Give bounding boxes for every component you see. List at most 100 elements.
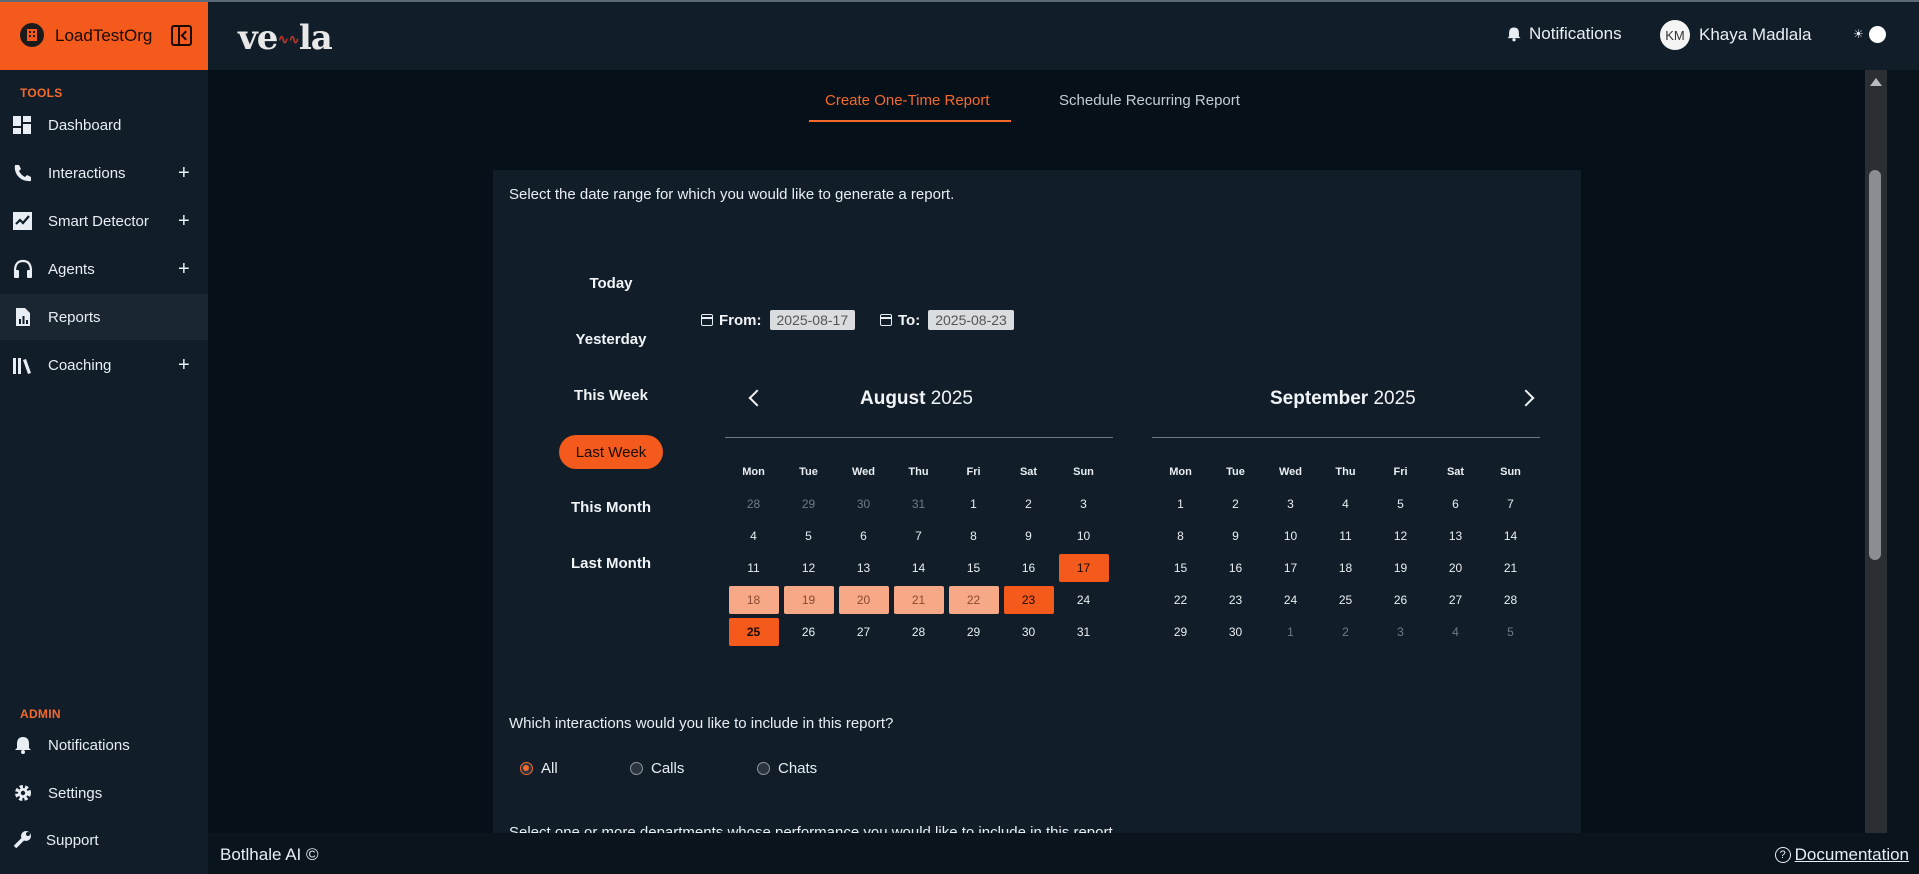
calendar-day[interactable]: 22 (948, 586, 999, 614)
calendar-day[interactable]: 21 (893, 586, 944, 614)
calendar-day[interactable]: 21 (1486, 554, 1536, 582)
calendar-day[interactable]: 13 (839, 554, 889, 582)
sidebar-item-smart-detector[interactable]: Smart Detector + (0, 198, 208, 244)
calendar-day[interactable]: 27 (1431, 586, 1481, 614)
calendar-day[interactable]: 23 (1003, 586, 1054, 614)
brand-logo[interactable]: ve∿∿la (238, 18, 333, 58)
calendar-day[interactable]: 6 (1431, 490, 1481, 518)
calendar-day[interactable]: 24 (1059, 586, 1109, 614)
preset-this-week[interactable]: This Week (559, 378, 663, 412)
calendar-day[interactable]: 14 (894, 554, 944, 582)
calendar-day[interactable]: 5 (784, 522, 834, 550)
prev-month-icon[interactable] (748, 389, 766, 407)
calendar-day[interactable]: 12 (1376, 522, 1426, 550)
calendar-day[interactable]: 10 (1059, 522, 1109, 550)
calendar-day[interactable]: 28 (894, 618, 944, 646)
sidebar-item-support[interactable]: Support (0, 817, 208, 863)
calendar-day[interactable]: 27 (839, 618, 889, 646)
calendar-day[interactable]: 1 (1156, 490, 1206, 518)
calendar-day[interactable]: 10 (1266, 522, 1316, 550)
expand-plus-icon[interactable]: + (178, 355, 190, 375)
calendar-day[interactable]: 6 (839, 522, 889, 550)
calendar-day[interactable]: 25 (1321, 586, 1371, 614)
calendar-day[interactable]: 2 (1004, 490, 1054, 518)
preset-today[interactable]: Today (559, 266, 663, 300)
preset-this-month[interactable]: This Month (559, 490, 663, 524)
calendar-day[interactable]: 29 (1156, 618, 1206, 646)
calendar-day[interactable]: 4 (729, 522, 779, 550)
main-scrollbar[interactable] (1865, 70, 1887, 833)
calendar-day[interactable]: 25 (728, 618, 779, 646)
calendar-day[interactable]: 22 (1156, 586, 1206, 614)
calendar-day[interactable]: 26 (1376, 586, 1426, 614)
calendar-day[interactable]: 30 (1211, 618, 1261, 646)
calendar-day[interactable]: 2 (1211, 490, 1261, 518)
calendar-day[interactable]: 3 (1059, 490, 1109, 518)
calendar-day[interactable]: 15 (1156, 554, 1206, 582)
calendar-day[interactable]: 16 (1211, 554, 1261, 582)
calendar-day[interactable]: 4 (1431, 618, 1481, 646)
calendar-day[interactable]: 16 (1004, 554, 1054, 582)
to-date-input[interactable]: 2025-08-23 (928, 310, 1014, 330)
calendar-day[interactable]: 17 (1058, 554, 1109, 582)
calendar-day[interactable]: 26 (784, 618, 834, 646)
calendar-day[interactable]: 17 (1266, 554, 1316, 582)
documentation-link[interactable]: ? Documentation (1774, 845, 1909, 865)
from-date-input[interactable]: 2025-08-17 (769, 310, 856, 330)
scroll-up-arrow-icon[interactable] (1870, 78, 1882, 86)
collapse-sidebar-icon[interactable] (171, 25, 192, 46)
calendar-day[interactable]: 23 (1211, 586, 1261, 614)
calendar-day[interactable]: 18 (728, 586, 779, 614)
calendar-day[interactable]: 12 (784, 554, 834, 582)
calendar-day[interactable]: 20 (838, 586, 889, 614)
org-switcher[interactable]: LoadTestOrg (0, 0, 208, 70)
calendar-day[interactable]: 20 (1431, 554, 1481, 582)
tab-schedule-recurring-report[interactable]: Schedule Recurring Report (1059, 92, 1240, 109)
sidebar-item-settings[interactable]: Settings (0, 770, 208, 816)
calendar-day[interactable]: 8 (949, 522, 999, 550)
sidebar-item-notifications[interactable]: Notifications (0, 722, 208, 768)
calendar-day[interactable]: 1 (1266, 618, 1316, 646)
calendar-day[interactable]: 4 (1321, 490, 1371, 518)
preset-yesterday[interactable]: Yesterday (559, 322, 663, 356)
calendar-day[interactable]: 3 (1266, 490, 1316, 518)
tab-create-one-time-report[interactable]: Create One-Time Report (825, 92, 990, 109)
radio-all[interactable]: All (520, 760, 558, 777)
sidebar-item-agents[interactable]: Agents + (0, 246, 208, 292)
calendar-day[interactable]: 7 (1486, 490, 1536, 518)
notifications-button[interactable]: Notifications (1505, 24, 1622, 44)
theme-toggle[interactable]: ☀ (1853, 24, 1887, 46)
calendar-day[interactable]: 29 (784, 490, 834, 518)
sidebar-item-dashboard[interactable]: Dashboard (0, 102, 208, 148)
calendar-day[interactable]: 8 (1156, 522, 1206, 550)
calendar-day[interactable]: 28 (1486, 586, 1536, 614)
calendar-day[interactable]: 31 (1059, 618, 1109, 646)
calendar-day[interactable]: 15 (949, 554, 999, 582)
calendar-day[interactable]: 7 (894, 522, 944, 550)
calendar-day[interactable]: 30 (1004, 618, 1054, 646)
calendar-day[interactable]: 31 (894, 490, 944, 518)
expand-plus-icon[interactable]: + (178, 259, 190, 279)
calendar-day[interactable]: 5 (1486, 618, 1536, 646)
sidebar-item-reports[interactable]: Reports (0, 294, 208, 340)
sidebar-item-interactions[interactable]: Interactions + (0, 150, 208, 196)
next-month-icon[interactable] (1517, 389, 1535, 407)
calendar-day[interactable]: 18 (1321, 554, 1371, 582)
calendar-day[interactable]: 14 (1486, 522, 1536, 550)
calendar-day[interactable]: 28 (729, 490, 779, 518)
calendar-day[interactable]: 1 (949, 490, 999, 518)
expand-plus-icon[interactable]: + (178, 211, 190, 231)
user-menu[interactable]: KM Khaya Madlala (1660, 20, 1811, 50)
calendar-day[interactable]: 5 (1376, 490, 1426, 518)
calendar-day[interactable]: 29 (949, 618, 999, 646)
calendar-day[interactable]: 24 (1266, 586, 1316, 614)
radio-chats[interactable]: Chats (757, 760, 817, 777)
calendar-day[interactable]: 3 (1376, 618, 1426, 646)
calendar-day[interactable]: 11 (729, 554, 779, 582)
sidebar-item-coaching[interactable]: Coaching + (0, 342, 208, 388)
calendar-day[interactable]: 19 (783, 586, 834, 614)
calendar-day[interactable]: 2 (1321, 618, 1371, 646)
calendar-day[interactable]: 19 (1376, 554, 1426, 582)
scroll-thumb[interactable] (1869, 170, 1881, 560)
calendar-day[interactable]: 11 (1321, 522, 1371, 550)
